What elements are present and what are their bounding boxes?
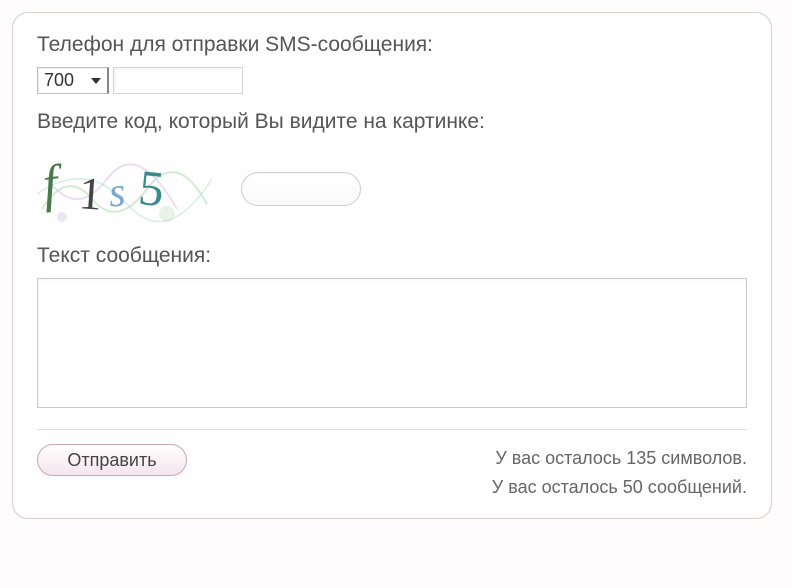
phone-prefix-select[interactable]: 700	[37, 67, 109, 94]
messages-remaining: У вас осталось 50 сообщений.	[492, 473, 747, 502]
chevron-down-icon	[91, 78, 101, 84]
phone-row: 700	[37, 67, 747, 94]
phone-number-input[interactable]	[113, 67, 243, 94]
captcha-char: 1	[77, 166, 104, 220]
captcha-row: f 1 s 5	[37, 144, 747, 234]
message-textarea[interactable]	[37, 278, 747, 408]
captcha-label: Введите код, который Вы видите на картин…	[37, 110, 747, 134]
captcha-char: s	[107, 168, 127, 217]
status-block: У вас осталось 135 символов. У вас остал…	[492, 444, 747, 502]
message-label: Текст сообщения:	[37, 244, 747, 268]
divider	[37, 429, 747, 430]
bottom-row: Отправить У вас осталось 135 символов. У…	[37, 444, 747, 502]
captcha-input[interactable]	[241, 172, 361, 206]
phone-label: Телефон для отправки SMS-сообщения:	[37, 33, 747, 57]
captcha-image: f 1 s 5	[37, 149, 217, 229]
phone-prefix-value: 700	[44, 70, 74, 91]
sms-form-panel: Телефон для отправки SMS-сообщения: 700 …	[12, 12, 772, 519]
chars-remaining: У вас осталось 135 символов.	[492, 444, 747, 473]
send-button[interactable]: Отправить	[37, 444, 187, 476]
